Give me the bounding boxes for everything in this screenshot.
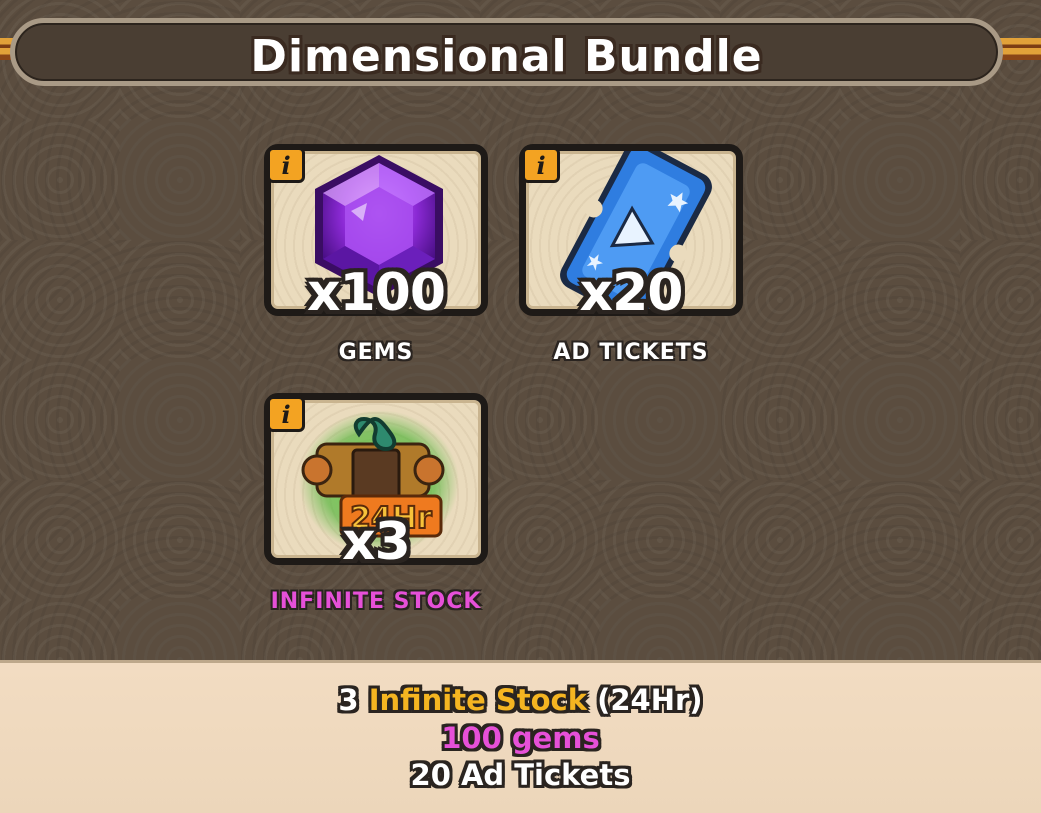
summary-count: 3 [338,683,359,717]
summary-line-ad-tickets: 20 Ad Tickets [410,758,631,792]
info-button[interactable]: i [522,147,560,183]
item-card[interactable]: i x20 [519,144,743,323]
bundle-title: Dimensional Bundle [250,31,763,82]
item-name: GEMS [338,340,414,365]
info-button[interactable]: i [267,396,305,432]
info-button[interactable]: i [267,147,305,183]
item-quantity: x3 [342,512,411,572]
item-card[interactable]: i x100 [264,144,488,323]
bundle-summary: 3 Infinite Stock (24Hr) 100 gems 20 Ad T… [0,660,1041,813]
title-bar: Dimensional Bundle [10,18,1003,86]
summary-line-gems: 100 gems [441,721,600,755]
summary-line-infinite-stock: 3 Infinite Stock (24Hr) [0,683,1041,717]
bundle-item-infinite-stock[interactable]: i 24Hr x3 INFINITE STOCK [264,393,488,614]
item-name: INFINITE STOCK [270,589,482,614]
summary-item-name: Infinite Stock [368,683,588,717]
item-name: AD TICKETS [553,340,709,365]
summary-suffix: (24Hr) [597,683,703,717]
bundle-item-ad-tickets[interactable]: i x20 AD TICKETS [519,144,743,365]
item-quantity: x100 [306,263,446,323]
item-card[interactable]: i 24Hr x3 [264,393,488,572]
bundle-item-gems[interactable]: i x100 GEMS [264,144,488,365]
item-quantity: x20 [579,263,684,323]
